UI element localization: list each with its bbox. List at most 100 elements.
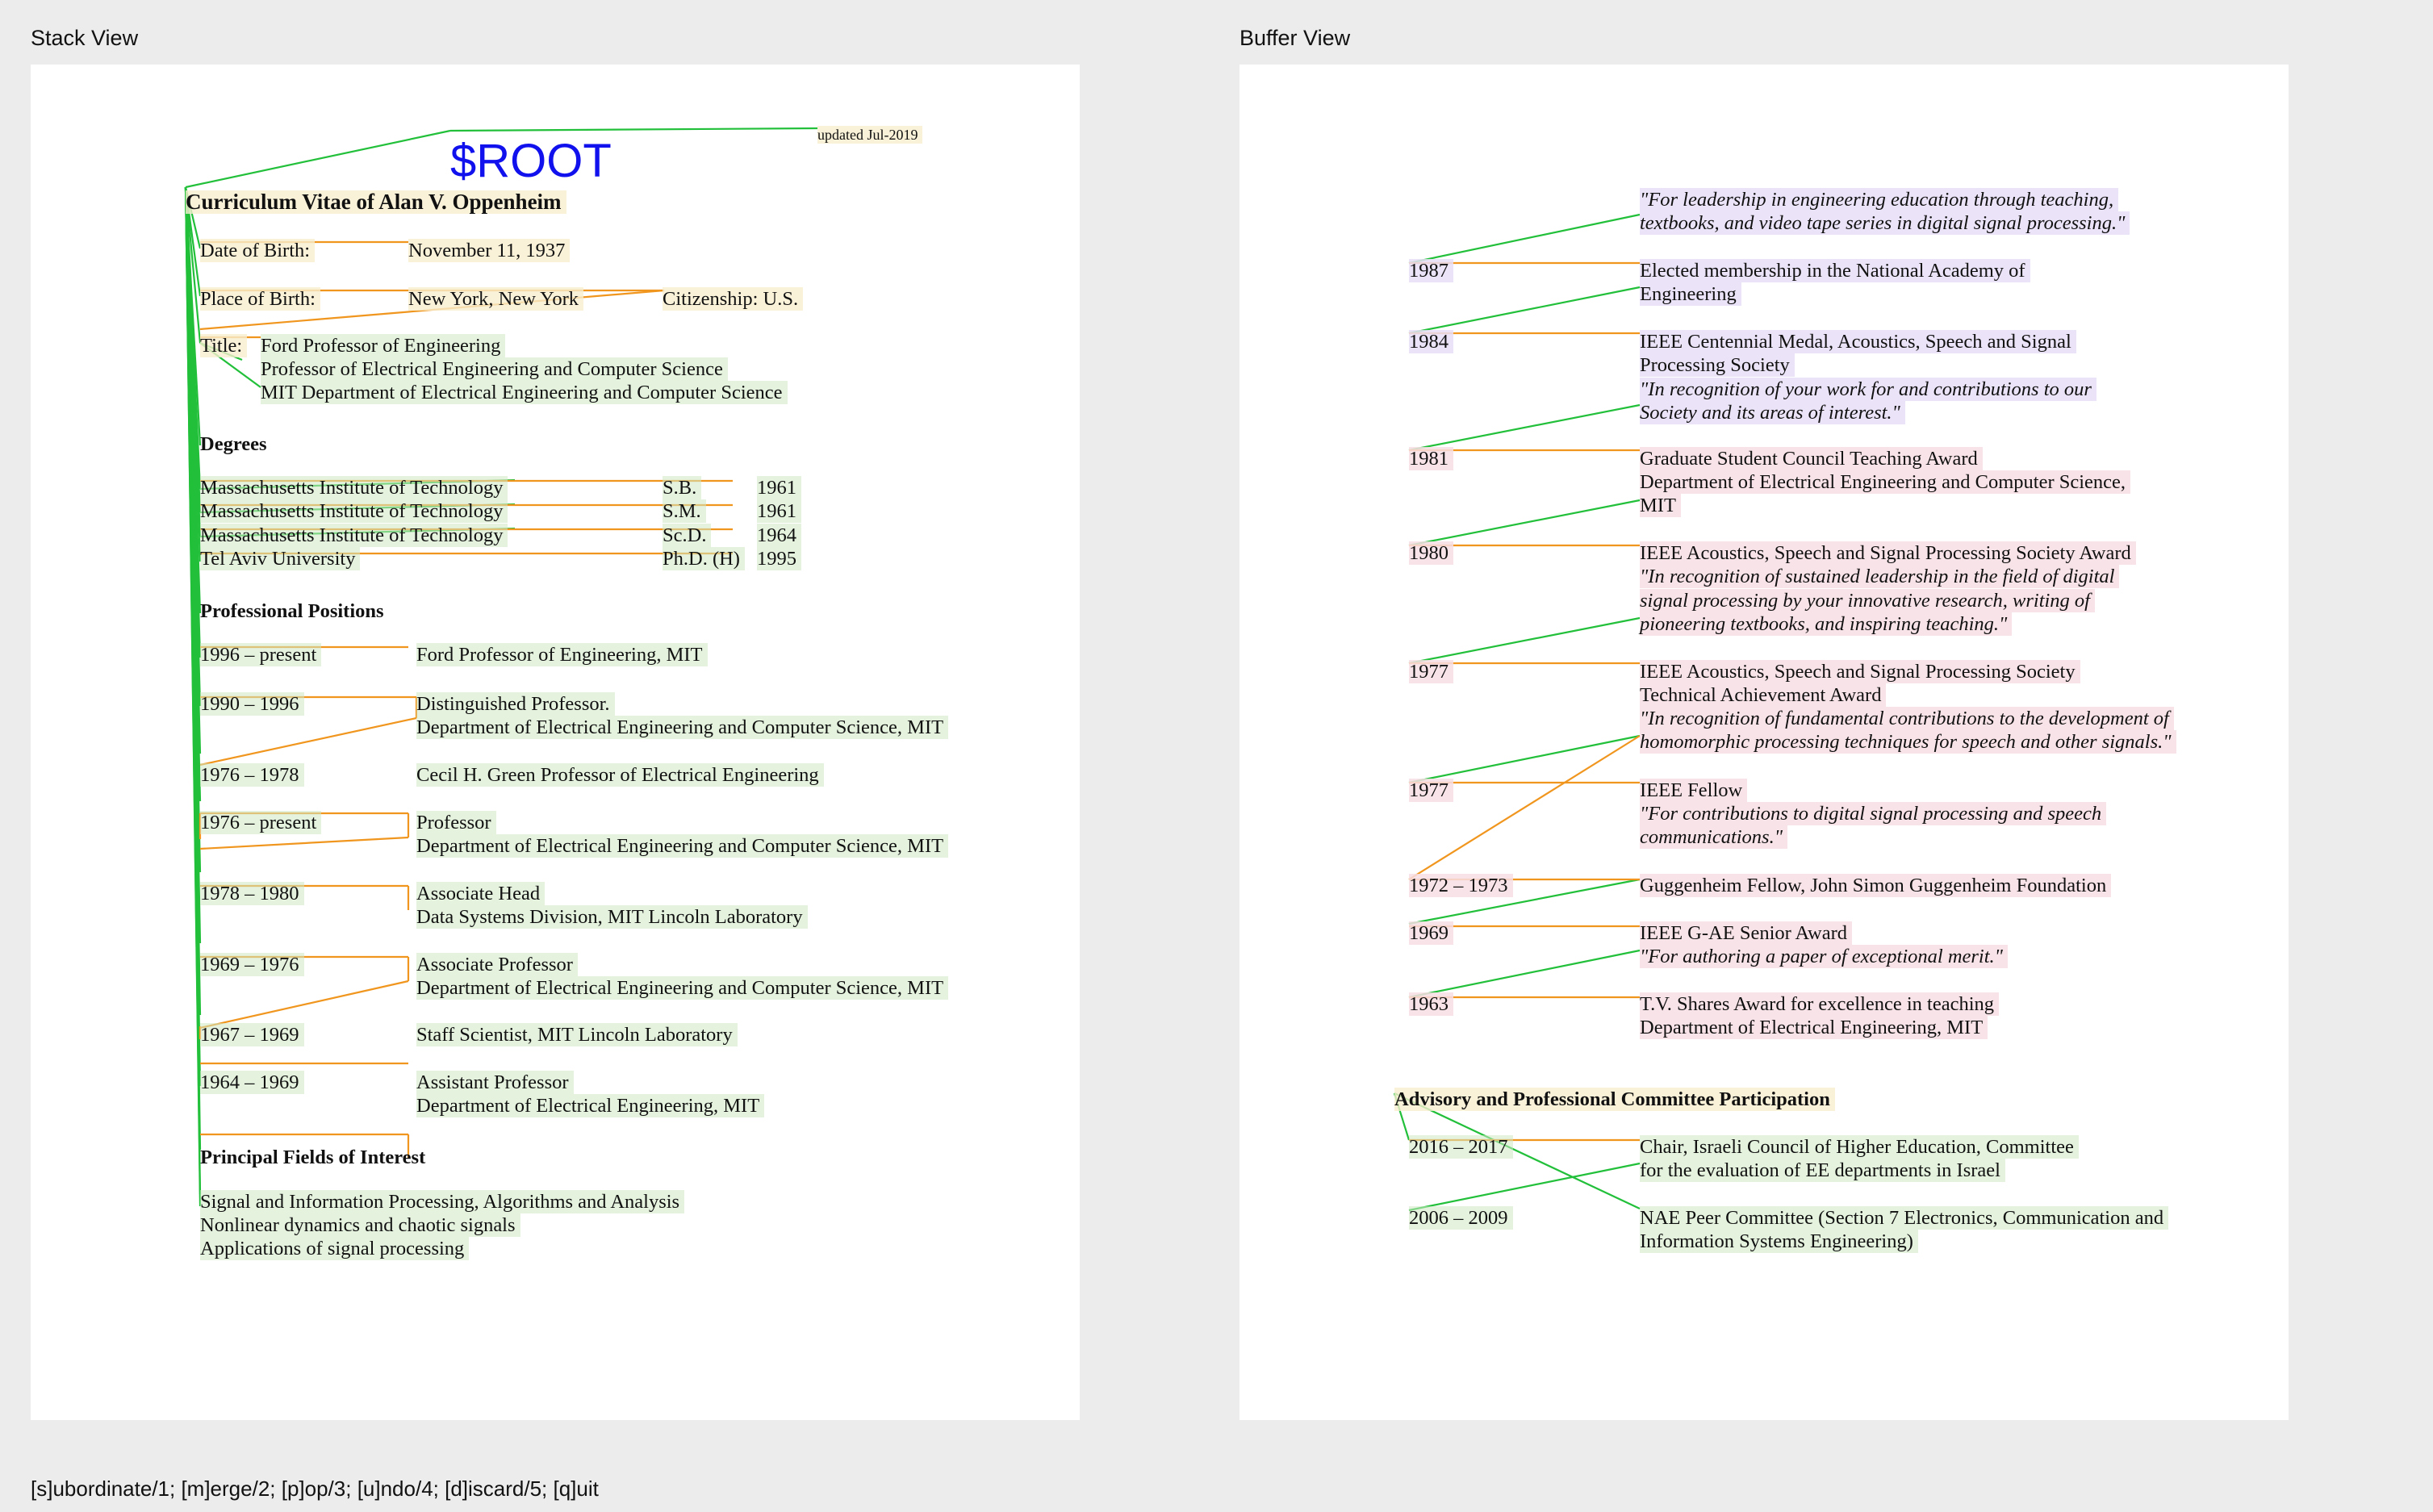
committee-line[interactable]: Chair, Israeli Council of Higher Educati… [1640,1135,2079,1159]
position-title[interactable]: Distinguished Professor. [416,692,615,716]
position-dept[interactable]: Department of Electrical Engineering and… [416,834,949,858]
degree-school[interactable]: Tel Aviv University [200,547,361,570]
award-line[interactable]: Processing Society [1640,353,1795,377]
committee-dates[interactable]: 2016 – 2017 [1409,1135,1513,1159]
award-line[interactable]: IEEE G-AE Senior Award [1640,921,1852,945]
position-dates[interactable]: 1964 – 1969 [200,1071,304,1094]
degree-type[interactable]: S.B. [663,476,702,499]
position-dept[interactable]: Department of Electrical Engineering and… [416,976,949,1000]
stack-tree-lines [184,127,818,1207]
position-title[interactable]: Associate Head [416,882,546,905]
position-dept[interactable]: Department of Electrical Engineering, MI… [416,1094,765,1117]
positions-heading[interactable]: Professional Positions [200,599,389,623]
award-line[interactable]: IEEE Centennial Medal, Acoustics, Speech… [1640,330,2076,353]
award-line[interactable]: Department of Electrical Engineering, MI… [1640,1016,1988,1039]
award-citation[interactable]: "In recognition of sustained leadership … [1640,565,2120,588]
award-citation[interactable]: "In recognition of fundamental contribut… [1640,707,2174,730]
field-item[interactable]: Signal and Information Processing, Algor… [200,1190,685,1213]
position-dates[interactable]: 1978 – 1980 [200,882,304,905]
award-line[interactable]: Guggenheim Fellow, John Simon Guggenheim… [1640,874,2112,897]
degree-school[interactable]: Massachusetts Institute of Technology [200,524,508,547]
citizenship[interactable]: Citizenship: U.S. [663,287,804,311]
advisory-heading[interactable]: Advisory and Professional Committee Part… [1394,1088,1835,1111]
award-citation[interactable]: signal processing by your innovative res… [1640,589,2095,612]
buffer-view-panel[interactable]: "For leadership in engineering education… [1239,65,2289,1420]
degree-type[interactable]: Sc.D. [663,524,712,547]
award-line[interactable]: Elected membership in the National Acade… [1640,259,2030,282]
award-line[interactable]: Department of Electrical Engineering and… [1640,470,2131,494]
degree-year[interactable]: 1961 [757,476,801,499]
position-dates[interactable]: 1976 – 1978 [200,763,304,787]
updated-note: updated Jul-2019 [817,126,923,144]
degree-year[interactable]: 1961 [757,499,801,523]
award-year[interactable]: 1977 [1409,779,1453,802]
award-citation[interactable]: homomorphic processing techniques for sp… [1640,730,2176,754]
command-bar: [s]ubordinate/1; [m]erge/2; [p]op/3; [u]… [31,1476,599,1501]
degree-school[interactable]: Massachusetts Institute of Technology [200,499,508,523]
degree-year[interactable]: 1964 [757,524,801,547]
award-year[interactable]: 1987 [1409,259,1453,282]
award-year[interactable]: 1984 [1409,330,1453,353]
award-citation[interactable]: pioneering textbooks, and inspiring teac… [1640,612,2013,636]
position-title[interactable]: Ford Professor of Engineering, MIT [416,643,708,666]
buffer-view-title: Buffer View [1239,26,1351,50]
award-citation[interactable]: "In recognition of your work for and con… [1640,378,2096,401]
fields-heading[interactable]: Principal Fields of Interest [200,1146,430,1169]
position-dates[interactable]: 1990 – 1996 [200,692,304,716]
award-year[interactable]: 1963 [1409,992,1453,1016]
award-line[interactable]: Graduate Student Council Teaching Award [1640,447,1983,470]
award-year[interactable]: 1980 [1409,541,1453,565]
award-year[interactable]: 1981 [1409,447,1453,470]
position-dept[interactable]: Department of Electrical Engineering and… [416,716,949,739]
committee-line[interactable]: for the evaluation of EE departments in … [1640,1159,2005,1182]
position-title[interactable]: Cecil H. Green Professor of Electrical E… [416,763,824,787]
award-line[interactable]: IEEE Acoustics, Speech and Signal Proces… [1640,660,2080,683]
award-line[interactable]: IEEE Fellow [1640,779,1748,802]
position-title[interactable]: Associate Professor [416,953,578,976]
award-line[interactable]: Technical Achievement Award [1640,683,1887,707]
title-line[interactable]: Professor of Electrical Engineering and … [261,357,728,381]
quote-line[interactable]: "For leadership in engineering education… [1640,188,2119,211]
award-citation[interactable]: communications." [1640,825,1788,849]
committee-dates[interactable]: 2006 – 2009 [1409,1206,1513,1230]
stack-view-panel[interactable]: $ROOT updated Jul-2019 Curriculum Vitae … [31,65,1080,1420]
pob-value[interactable]: New York, New York [408,287,584,311]
title-line[interactable]: MIT Department of Electrical Engineering… [261,381,788,404]
position-dates[interactable]: 1976 – present [200,811,322,834]
title-line[interactable]: Ford Professor of Engineering [261,334,506,357]
award-line[interactable]: T.V. Shares Award for excellence in teac… [1640,992,2000,1016]
root-label: $ROOT [450,135,612,187]
award-year[interactable]: 1972 – 1973 [1409,874,1513,897]
field-item[interactable]: Nonlinear dynamics and chaotic signals [200,1213,520,1237]
award-citation[interactable]: Society and its areas of interest." [1640,401,1905,424]
position-title[interactable]: Assistant Professor [416,1071,574,1094]
degree-school[interactable]: Massachusetts Institute of Technology [200,476,508,499]
cv-title[interactable]: Curriculum Vitae of Alan V. Oppenheim [186,190,566,214]
quote-line[interactable]: textbooks, and video tape series in digi… [1640,211,2130,235]
award-citation[interactable]: "For authoring a paper of exceptional me… [1640,945,2008,968]
dob-label[interactable]: Date of Birth: [200,239,316,262]
degree-type[interactable]: Ph.D. (H) [663,547,745,570]
award-line[interactable]: IEEE Acoustics, Speech and Signal Proces… [1640,541,2136,565]
award-citation[interactable]: "For contributions to digital signal pro… [1640,802,2107,825]
award-line[interactable]: Engineering [1640,282,1741,306]
committee-line[interactable]: Information Systems Engineering) [1640,1230,1918,1253]
position-dates[interactable]: 1969 – 1976 [200,953,304,976]
position-dates[interactable]: 1967 – 1969 [200,1023,304,1046]
position-title[interactable]: Professor [416,811,496,834]
field-item[interactable]: Applications of signal processing [200,1237,470,1260]
dob-value[interactable]: November 11, 1937 [408,239,571,262]
position-dept[interactable]: Data Systems Division, MIT Lincoln Labor… [416,905,808,929]
position-title[interactable]: Staff Scientist, MIT Lincoln Laboratory [416,1023,738,1046]
award-line[interactable]: MIT [1640,494,1681,517]
stack-view-title: Stack View [31,26,139,50]
award-year[interactable]: 1969 [1409,921,1453,945]
position-dates[interactable]: 1996 – present [200,643,322,666]
degrees-heading[interactable]: Degrees [200,432,272,456]
title-label[interactable]: Title: [200,334,248,357]
award-year[interactable]: 1977 [1409,660,1453,683]
degree-year[interactable]: 1995 [757,547,801,570]
degree-type[interactable]: S.M. [663,499,706,523]
pob-label[interactable]: Place of Birth: [200,287,320,311]
committee-line[interactable]: NAE Peer Committee (Section 7 Electronic… [1640,1206,2169,1230]
